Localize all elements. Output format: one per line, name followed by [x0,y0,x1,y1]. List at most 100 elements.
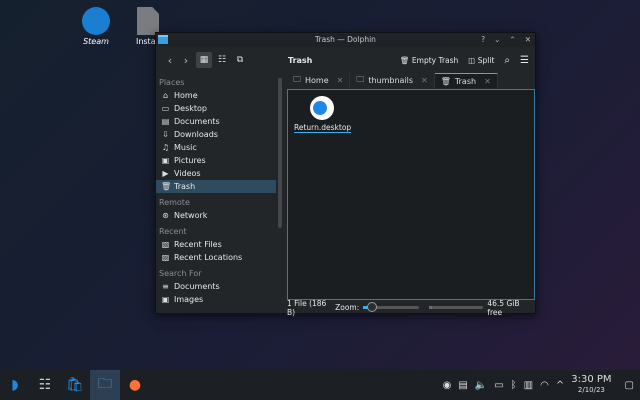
close-icon[interactable]: ✕ [525,33,531,47]
section-places: Places [159,78,185,87]
icons-view-button[interactable]: ▦ [196,52,212,68]
sidebar-item-search-documents[interactable]: ≡ Documents [156,280,276,293]
trash-icon: 🗑 [440,76,451,86]
folder-icon: 🗀 [293,74,301,84]
sidebar-item-label: Desktop [174,104,207,113]
expand-tray-icon[interactable]: ^ [556,380,564,391]
zoom-slider[interactable] [363,302,420,312]
help-icon[interactable]: ? [481,33,485,47]
minimize-icon[interactable]: ⌄ [494,33,500,47]
sidebar-item-label: Recent Files [174,240,222,249]
details-view-button[interactable]: ⧉ [232,52,248,68]
maximize-icon[interactable]: ⌃ [509,33,515,47]
forward-button[interactable]: › [178,54,194,67]
file-item[interactable]: Return.desktop [294,96,352,133]
file-view[interactable]: Return.desktop [287,89,535,300]
tab-label: thumbnails [368,76,414,85]
close-tab-icon[interactable]: ✕ [484,77,491,86]
sidebar-item-network[interactable]: ⊛ Network [156,209,276,222]
title-bar[interactable]: Trash — Dolphin ? ⌄ ⌃ ✕ [156,33,535,47]
network-icon: ⊛ [162,211,169,220]
sidebar-item-recent-files[interactable]: ▧ Recent Files [156,238,276,251]
places-panel: Places ⌂ Home ▭ Desktop ▤ Documents ⇩ Downlo… [156,73,276,314]
location-label: Trash [288,55,313,65]
split-button[interactable]: ◫ Split [468,56,494,65]
pictures-icon: ▣ [161,156,170,165]
close-tab-icon[interactable]: ✕ [337,76,344,85]
discover-store-icon[interactable]: 🛍 [60,370,90,400]
tab-thumbnails[interactable]: 🗀 thumbnails ✕ [350,73,435,88]
free-space-label: 46.5 GiB free [487,298,520,317]
return-arrow-icon [310,96,334,120]
desktop-icon-label: Steam [83,37,109,46]
sidebar-item-documents[interactable]: ▤ Documents [156,115,276,128]
sidebar-item-label: Trash [174,182,196,191]
recent-locations-icon: ▨ [161,253,170,262]
sidebar-item-music[interactable]: ♫ Music [156,141,276,154]
file-name: Return.desktop [294,123,352,133]
wifi-icon[interactable]: ◠ [540,380,549,391]
sidebar-item-pictures[interactable]: ▣ Pictures [156,154,276,167]
zoom-slider-handle[interactable] [366,302,377,312]
device-icon[interactable]: ▥ [524,380,533,391]
close-tab-icon[interactable]: ✕ [421,76,428,85]
application-launcher-button[interactable]: ◗ [0,370,30,400]
dolphin-app-icon [158,35,168,44]
back-button[interactable]: ‹ [162,54,178,67]
section-search-for: Search For [159,269,202,278]
sidebar-item-videos[interactable]: ▶ Videos [156,167,276,180]
tab-label: Trash [454,76,477,86]
clock-time: 3:30 PM [571,374,612,385]
tab-home[interactable]: 🗀 Home ✕ [287,73,351,88]
battery-icon[interactable]: ▭ [494,380,503,391]
search-icon[interactable]: ⌕ [504,55,510,66]
recent-files-icon: ▧ [161,240,170,249]
image-icon: ▣ [161,295,170,304]
sidebar-item-recent-locations[interactable]: ▨ Recent Locations [156,251,276,264]
section-remote: Remote [159,198,190,207]
sidebar-item-label: Network [174,211,208,220]
trash-icon: 🗑 [161,182,172,191]
system-tray: ◉ ▤ 🔈 ▭ ᛒ ▥ ◠ ^ 3:30 PM 2/10/23 ▢ [443,370,640,400]
toolbar: ‹ › ▦ ☷ ⧉ Trash 🗑 Empty Trash ◫ Split ⌕ … [156,47,535,73]
status-bar: 1 File (186 B) Zoom: 46.5 GiB free [287,298,535,317]
volume-icon[interactable]: 🔈 [475,380,487,391]
steam-icon [82,7,110,35]
system-settings-icon[interactable]: ☷ [30,370,60,400]
steam-tray-icon[interactable]: ◉ [443,380,452,391]
tab-trash[interactable]: 🗑 Trash ✕ [434,73,498,88]
trash-icon: 🗑 [400,55,412,65]
show-desktop-icon[interactable]: ▢ [625,380,634,391]
sidebar-item-label: Recent Locations [174,253,243,262]
zoom-label: Zoom: [335,303,360,312]
desktop-icon-steam[interactable]: Steam [72,7,120,46]
music-icon: ♫ [161,143,170,152]
sidebar-item-trash[interactable]: 🗑 Trash [156,180,276,193]
home-icon: ⌂ [162,91,169,100]
bluetooth-icon[interactable]: ᛒ [511,380,517,391]
tab-bar: 🗀 Home ✕ 🗀 thumbnails ✕ 🗑 Trash ✕ [287,73,498,88]
empty-trash-button[interactable]: 🗑 Empty Trash [400,56,458,65]
menu-icon[interactable]: ☰ [520,55,529,66]
videos-icon: ▶ [162,169,169,178]
sidebar-item-downloads[interactable]: ⇩ Downloads [156,128,276,141]
file-icon [137,7,159,35]
documents-icon: ▤ [161,117,170,126]
sidebar-item-label: Images [174,295,204,304]
folder-icon: 🗀 [356,74,365,84]
firefox-icon[interactable]: ● [120,370,150,400]
clock[interactable]: 3:30 PM 2/10/23 [571,375,611,395]
desktop-icon: ▭ [161,104,170,113]
sidebar-item-label: Videos [174,169,201,178]
sidebar-item-desktop[interactable]: ▭ Desktop [156,102,276,115]
sidebar-item-search-images[interactable]: ▣ Images [156,293,276,306]
sidebar-item-label: Documents [174,117,220,126]
split-icon: ◫ [468,55,478,65]
sidebar-scrollbar[interactable] [278,78,282,228]
compact-view-button[interactable]: ☷ [214,52,230,68]
empty-trash-label: Empty Trash [411,55,459,65]
sidebar-item-label: Documents [174,282,220,291]
clipboard-icon[interactable]: ▤ [458,380,467,391]
sidebar-item-home[interactable]: ⌂ Home [156,89,276,102]
dolphin-taskbar-icon[interactable]: 🗀 [90,370,120,400]
